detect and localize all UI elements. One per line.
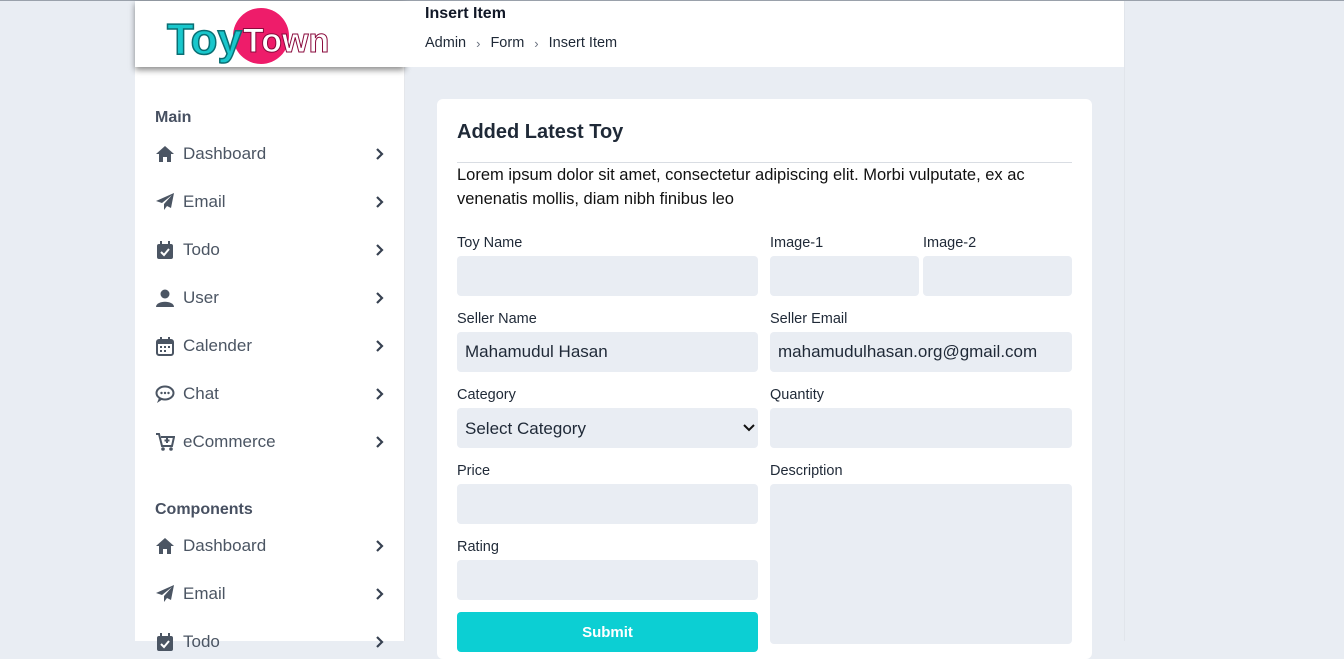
sidebar-item-label: User (183, 288, 219, 307)
sidebar-item-label: eCommerce (183, 432, 276, 451)
calendar-check-icon (155, 240, 175, 260)
breadcrumb: Admin › Form › Insert Item (425, 35, 617, 51)
chevron-right-icon (376, 292, 384, 304)
submit-button[interactable]: Submit (457, 612, 758, 652)
home-icon (155, 144, 175, 164)
calendar-icon (155, 336, 175, 356)
chevron-right-icon (376, 388, 384, 400)
sidebar-item-todo[interactable]: Todo (155, 628, 385, 656)
sidebar-item-user[interactable]: User (155, 284, 385, 312)
toy-name-input[interactable] (457, 256, 758, 296)
paper-plane-icon (155, 192, 175, 212)
seller-email-input[interactable] (770, 332, 1072, 372)
image1-label: Image-1 (770, 235, 824, 251)
description-textarea[interactable] (770, 484, 1072, 644)
rating-label: Rating (457, 539, 499, 555)
breadcrumb-form[interactable]: Form (490, 35, 524, 51)
nav-heading-components: Components (155, 501, 253, 518)
page-header: Insert Item Admin › Form › Insert Item (405, 1, 1124, 67)
right-panel (1124, 1, 1344, 641)
chat-icon (155, 384, 175, 404)
sidebar-item-dashboard[interactable]: Dashboard (155, 140, 385, 168)
sidebar-item-email[interactable]: Email (155, 580, 385, 608)
card-description: Lorem ipsum dolor sit amet, consectetur … (457, 166, 1025, 208)
seller-email-label: Seller Email (770, 311, 848, 327)
sidebar-item-ecommerce[interactable]: eCommerce (155, 428, 385, 456)
toy-name-label: Toy Name (457, 235, 523, 251)
logo[interactable]: Toy Town (135, 1, 405, 67)
breadcrumb-insert-item: Insert Item (548, 35, 618, 51)
chevron-right-icon (376, 148, 384, 160)
image2-label: Image-2 (923, 235, 977, 251)
category-select[interactable]: Select Category (457, 408, 758, 448)
sidebar-item-label: Todo (183, 632, 220, 651)
rating-input[interactable] (457, 560, 758, 600)
insert-item-card: Added Latest Toy Lorem ipsum dolor sit a… (437, 99, 1092, 659)
chevron-right-icon (376, 636, 384, 648)
sidebar-item-label: Email (183, 192, 226, 211)
category-label: Category (457, 387, 516, 403)
sidebar-item-email[interactable]: Email (155, 188, 385, 216)
sidebar-item-label: Email (183, 584, 226, 603)
page-title: Insert Item (425, 5, 506, 22)
seller-name-input[interactable] (457, 332, 758, 372)
seller-name-label: Seller Name (457, 311, 537, 327)
toytown-logo-image: Toy Town (166, 8, 330, 65)
svg-text:Town: Town (243, 22, 329, 60)
sidebar-item-label: Dashboard (183, 144, 267, 163)
chevron-right-icon (376, 436, 384, 448)
chevron-right-icon (376, 588, 384, 600)
image1-input[interactable] (770, 256, 919, 296)
card-title: Added Latest Toy (457, 121, 624, 143)
sidebar: Toy Town Main Dashboard Email Todo User Cale… (135, 1, 405, 651)
nav-heading-main: Main (155, 109, 192, 126)
sidebar-item-chat[interactable]: Chat (155, 380, 385, 408)
chevron-right-icon (376, 340, 384, 352)
chevron-right-icon (376, 244, 384, 256)
sidebar-item-dashboard[interactable]: Dashboard (155, 532, 385, 560)
breadcrumb-separator-icon: › (476, 35, 481, 51)
home-icon (155, 536, 175, 556)
sidebar-item-label: Calender (183, 336, 252, 355)
image2-input[interactable] (923, 256, 1072, 296)
quantity-label: Quantity (770, 387, 824, 403)
svg-text:Toy: Toy (167, 15, 242, 64)
chevron-right-icon (376, 540, 384, 552)
description-label: Description (770, 463, 843, 479)
chevron-right-icon (376, 196, 384, 208)
sidebar-item-label: Dashboard (183, 536, 267, 555)
price-label: Price (457, 463, 491, 479)
price-input[interactable] (457, 484, 758, 524)
paper-plane-icon (155, 584, 175, 604)
quantity-input[interactable] (770, 408, 1072, 448)
user-icon (155, 288, 175, 308)
sidebar-item-todo[interactable]: Todo (155, 236, 385, 264)
sidebar-item-label: Chat (183, 384, 219, 403)
sidebar-item-calender[interactable]: Calender (155, 332, 385, 360)
calendar-check-icon (155, 632, 175, 652)
cart-plus-icon (155, 432, 175, 452)
sidebar-item-label: Todo (183, 240, 220, 259)
breadcrumb-admin[interactable]: Admin (425, 35, 466, 51)
breadcrumb-separator-icon: › (534, 35, 539, 51)
